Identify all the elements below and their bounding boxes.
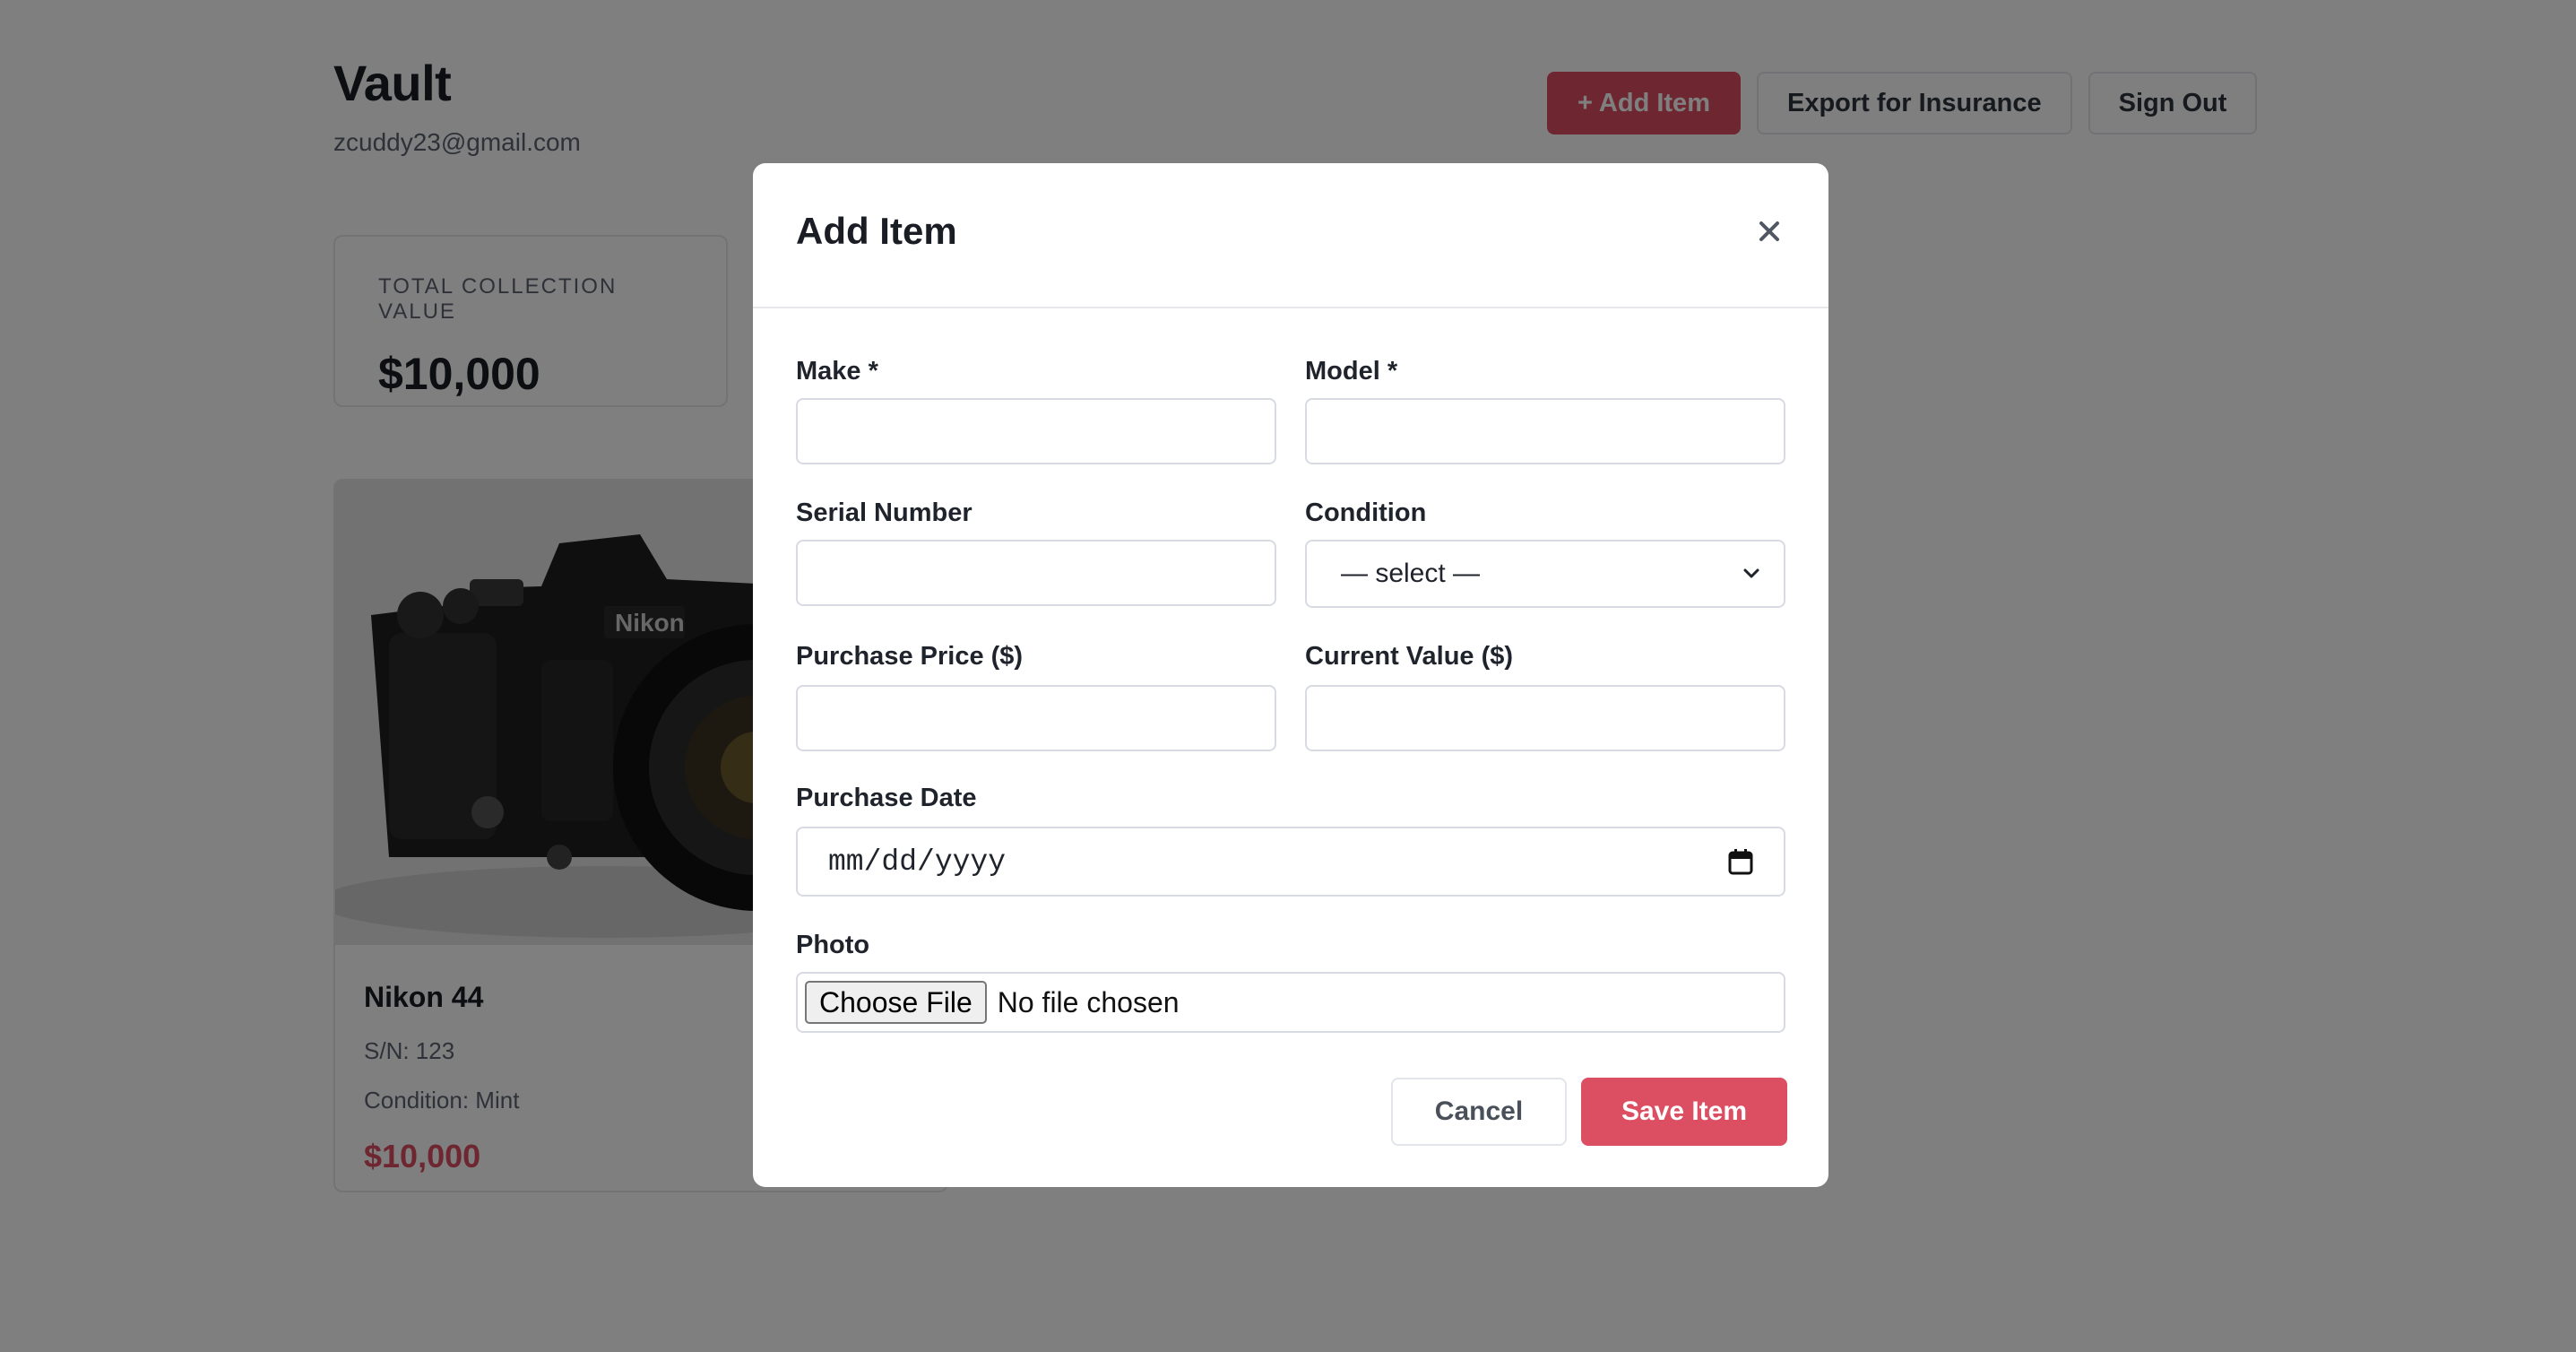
close-icon[interactable]	[1753, 215, 1785, 247]
calendar-icon[interactable]	[1728, 848, 1753, 875]
save-item-button[interactable]: Save Item	[1581, 1078, 1787, 1146]
purchase-price-label: Purchase Price ($)	[796, 642, 1024, 671]
choose-file-button[interactable]: Choose File	[805, 981, 987, 1024]
current-value-label: Current Value ($)	[1305, 642, 1514, 671]
photo-label: Photo	[796, 931, 870, 959]
serial-number-label: Serial Number	[796, 498, 972, 527]
file-status: No file chosen	[997, 985, 1180, 1018]
make-label: Make *	[796, 357, 878, 386]
modal-header: Add Item	[753, 163, 1828, 308]
modal-title: Add Item	[796, 210, 957, 252]
chevron-down-icon	[1743, 568, 1759, 578]
photo-file-input[interactable]: Choose File No file chosen	[796, 972, 1785, 1033]
add-item-modal: Add Item Make * Model * Serial Number Co…	[753, 163, 1828, 1187]
purchase-date-label: Purchase Date	[796, 784, 977, 812]
cancel-button[interactable]: Cancel	[1391, 1078, 1567, 1146]
make-input[interactable]	[796, 398, 1276, 464]
condition-select[interactable]: — select —	[1305, 540, 1785, 608]
model-input[interactable]	[1305, 398, 1785, 464]
condition-selected-value: — select —	[1341, 559, 1481, 588]
current-value-input[interactable]	[1305, 685, 1785, 751]
purchase-date-input[interactable]: mm/dd/yyyy	[796, 827, 1785, 897]
vault-page: Vault zcuddy23@gmail.com + Add Item Expo…	[0, 0, 2576, 1352]
serial-number-input[interactable]	[796, 540, 1276, 606]
condition-label: Condition	[1305, 498, 1427, 527]
model-label: Model *	[1305, 357, 1398, 386]
purchase-price-input[interactable]	[796, 685, 1276, 751]
purchase-date-placeholder: mm/dd/yyyy	[828, 845, 1007, 879]
